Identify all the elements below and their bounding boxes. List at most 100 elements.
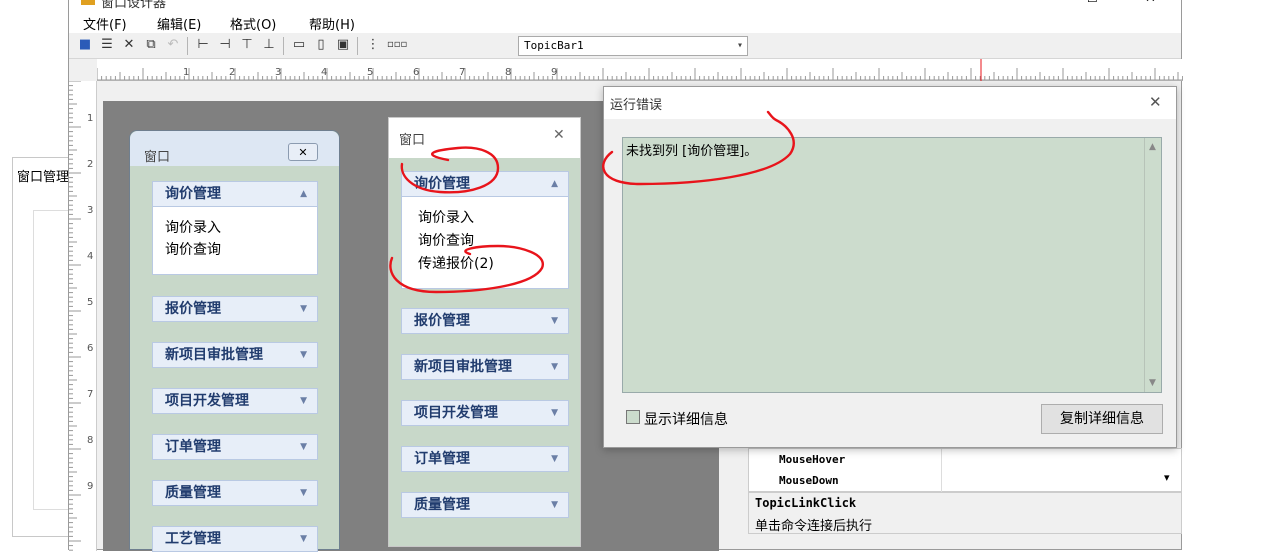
chevron-up-icon: ▲	[551, 179, 558, 189]
group-header[interactable]: 询价管理 ▲	[401, 171, 569, 197]
ruler-label: 6	[87, 343, 94, 354]
menu-file[interactable]: 文件(F)	[83, 14, 127, 33]
horizontal-spacing-icon[interactable]: ▫▫▫	[387, 37, 407, 53]
show-details-checkbox[interactable]	[626, 410, 640, 424]
tree-view[interactable]	[33, 210, 73, 510]
group-body: 询价录入 询价查询 传递报价(2)	[401, 197, 569, 289]
delete-icon[interactable]: ✕	[121, 37, 137, 53]
copy-icon[interactable]: ⧉	[143, 37, 159, 53]
chevron-up-icon: ▲	[300, 189, 307, 199]
ruler-label: 7	[87, 389, 94, 400]
chevron-down-icon: ▼	[300, 534, 307, 544]
event-name: TopicLinkClick	[755, 496, 857, 510]
error-dialog: 运行错误 ✕ 未找到列 [询价管理]。 ▲ ▼ 显示详细信息 复制详细信息	[603, 86, 1177, 448]
error-message-box[interactable]: 未找到列 [询价管理]。 ▲ ▼	[622, 137, 1162, 393]
menu-help[interactable]: 帮助(H)	[309, 14, 355, 33]
undo-icon[interactable]: ↶	[165, 37, 181, 53]
toolbar: ■ ☰ ✕ ⧉ ↶ ⊢ ⊣ ⊤ ⊥ ▭ ▯ ▣ ⋮ ▫▫▫ TopicBar1 …	[69, 33, 1181, 59]
link-item[interactable]: 询价录入	[165, 217, 221, 237]
copy-details-button[interactable]: 复制详细信息	[1041, 404, 1163, 434]
align-left-icon[interactable]: ⊢	[195, 37, 211, 53]
chevron-down-icon: ▼	[300, 488, 307, 498]
ruler-label: 4	[321, 67, 328, 78]
close-icon[interactable]: ✕	[1149, 93, 1162, 111]
close-icon[interactable]: ✕	[288, 143, 318, 161]
ruler-label: 2	[87, 159, 94, 170]
control-selector-combo[interactable]: TopicBar1 ▾	[518, 36, 748, 56]
ruler-label: 7	[459, 67, 466, 78]
group-header[interactable]: 报价管理 ▼	[152, 296, 318, 322]
same-height-icon[interactable]: ▯	[313, 37, 329, 53]
chevron-down-icon[interactable]: ▾	[1164, 471, 1170, 484]
group-header[interactable]: 质量管理 ▼	[401, 492, 569, 518]
group-header[interactable]: 询价管理 ▲	[152, 181, 318, 207]
save-icon[interactable]: ■	[77, 37, 93, 53]
show-details-label: 显示详细信息	[644, 412, 728, 428]
ruler-label: 5	[367, 67, 374, 78]
ruler-label: 9	[551, 67, 558, 78]
chevron-down-icon: ▼	[300, 396, 307, 406]
link-item[interactable]: 询价查询	[165, 239, 221, 259]
chevron-down-icon: ▼	[300, 304, 307, 314]
chevron-down-icon: ▼	[300, 442, 307, 452]
close-icon[interactable]: ✕	[553, 127, 565, 143]
ruler-label: 4	[87, 251, 94, 262]
menu-format[interactable]: 格式(O)	[230, 14, 276, 33]
property-row[interactable]: MouseHover	[779, 453, 845, 466]
form-title: 窗口	[399, 133, 426, 148]
same-size-icon[interactable]: ▣	[335, 37, 351, 53]
property-description: TopicLinkClick 单击命令连接后执行	[748, 492, 1182, 534]
form-title-bar: 窗口 ✕	[389, 118, 580, 158]
chevron-down-icon: ▼	[551, 500, 558, 510]
form-title: 窗口	[144, 150, 171, 165]
scrollbar[interactable]: ▲ ▼	[1144, 138, 1161, 392]
group-header[interactable]: 项目开发管理 ▼	[152, 388, 318, 414]
form-preview-designer[interactable]: 窗口 ✕ 询价管理 ▲ 询价录入 询价查询 报价管理 ▼ 新项目审批管理 ▼ 项目开发…	[129, 130, 340, 552]
window-title: 窗口设计器	[101, 0, 167, 11]
menu-bar: 文件(F) 编辑(E) 格式(O) 帮助(H)	[69, 11, 1181, 33]
align-bottom-icon[interactable]: ⊥	[261, 37, 277, 53]
ruler-label: 3	[87, 205, 94, 216]
ruler-label: 8	[87, 435, 94, 446]
ruler-label: 2	[229, 67, 236, 78]
same-width-icon[interactable]: ▭	[291, 37, 307, 53]
property-row[interactable]: MouseDown	[779, 474, 839, 487]
form-preview-runtime[interactable]: 窗口 ✕ 询价管理 ▲ 询价录入 询价查询 传递报价(2) 报价管理 ▼ 新项目审批…	[388, 117, 581, 547]
dialog-title-bar: 运行错误 ✕	[604, 87, 1176, 119]
ruler-label: 3	[275, 67, 282, 78]
align-right-icon[interactable]: ⊣	[217, 37, 233, 53]
form-title-bar: 窗口 ✕	[130, 131, 339, 166]
group-header[interactable]: 新项目审批管理 ▼	[152, 342, 318, 368]
event-description: 单击命令连接后执行	[755, 519, 873, 534]
align-top-icon[interactable]: ⊤	[239, 37, 255, 53]
group-header[interactable]: 工艺管理 ▼	[152, 526, 318, 552]
scroll-down-icon[interactable]: ▼	[1149, 378, 1156, 388]
scroll-up-icon[interactable]: ▲	[1149, 142, 1156, 152]
group-header[interactable]: 新项目审批管理 ▼	[401, 354, 569, 380]
ruler-label: 9	[87, 481, 94, 492]
properties-icon[interactable]: ☰	[99, 37, 115, 53]
link-item[interactable]: 传递报价(2)	[418, 253, 494, 273]
property-grid[interactable]: MouseHover MouseDown ▾	[748, 448, 1182, 493]
chevron-down-icon: ▼	[551, 454, 558, 464]
horizontal-ruler: 1 2 3 4 5 6 7 8 9	[97, 59, 1183, 81]
app-icon	[81, 0, 95, 5]
group-header[interactable]: 质量管理 ▼	[152, 480, 318, 506]
tab-order-icon[interactable]: ⋮	[365, 37, 381, 53]
link-item[interactable]: 询价录入	[418, 207, 474, 227]
ruler-label: 1	[183, 67, 190, 78]
ruler-label: 5	[87, 297, 94, 308]
title-bar: 窗口设计器 ☐ ✕	[69, 0, 1181, 11]
group-header[interactable]: 报价管理 ▼	[401, 308, 569, 334]
menu-edit[interactable]: 编辑(E)	[157, 14, 201, 33]
group-header[interactable]: 项目开发管理 ▼	[401, 400, 569, 426]
close-icon[interactable]: ✕	[1145, 0, 1156, 6]
group-header[interactable]: 订单管理 ▼	[152, 434, 318, 460]
chevron-down-icon: ▼	[300, 350, 307, 360]
ruler-label: 6	[413, 67, 420, 78]
maximize-icon[interactable]: ☐	[1087, 0, 1098, 5]
error-message: 未找到列 [询价管理]。	[626, 144, 758, 159]
group-header[interactable]: 订单管理 ▼	[401, 446, 569, 472]
link-item[interactable]: 询价查询	[418, 230, 474, 250]
group-body: 询价录入 询价查询	[152, 207, 318, 275]
